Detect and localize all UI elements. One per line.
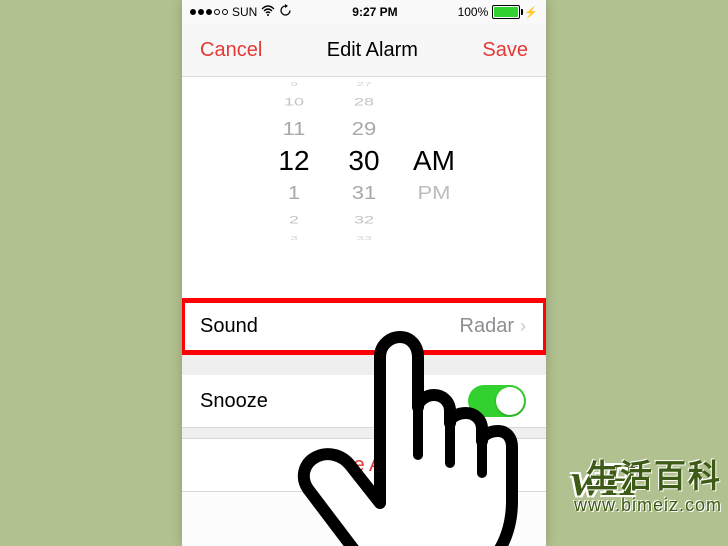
minute-option[interactable]: 29 <box>352 115 376 142</box>
snooze-toggle[interactable] <box>468 385 526 417</box>
sound-row[interactable]: Sound Radar › <box>182 300 546 353</box>
save-button[interactable]: Save <box>482 39 528 62</box>
ampm-selected[interactable]: AM <box>413 145 455 177</box>
status-time: 9:27 PM <box>352 5 397 19</box>
minute-column[interactable]: 27 28 29 30 31 32 33 <box>329 77 399 299</box>
hour-option[interactable]: 3 <box>290 235 298 241</box>
carrier-label: SUN <box>232 5 257 19</box>
phone-screen: SUN 9:27 PM 100% ⚡ Cancel Edit Alarm Sav… <box>182 0 546 546</box>
sound-value: Radar <box>460 315 514 338</box>
hour-column[interactable]: 9 10 11 12 1 2 3 <box>259 77 329 299</box>
hour-option[interactable]: 2 <box>289 213 299 226</box>
page-title: Edit Alarm <box>327 39 418 62</box>
hour-option[interactable]: 11 <box>283 115 306 142</box>
delete-alarm-button[interactable]: Delete Alarm <box>182 438 546 492</box>
signal-dots-icon <box>190 9 228 15</box>
delete-alarm-label: Delete Alarm <box>307 454 422 477</box>
hour-option[interactable]: 1 <box>288 179 300 206</box>
settings-table: Sound Radar › Snooze Delete Alarm <box>182 300 546 492</box>
minute-option[interactable]: 28 <box>354 95 374 108</box>
site-url: www.bimeiz.com <box>574 495 722 516</box>
sync-icon <box>279 4 292 20</box>
hour-option[interactable]: 10 <box>284 95 304 108</box>
site-name-cn: 生活百科 <box>574 451 722 497</box>
sound-label: Sound <box>200 315 258 338</box>
wikihow-logo: wH <box>572 453 638 506</box>
minute-selected[interactable]: 30 <box>348 145 379 177</box>
hour-selected[interactable]: 12 <box>278 145 309 177</box>
wifi-icon <box>261 5 275 20</box>
site-label: 生活百科 www.bimeiz.com <box>574 451 722 516</box>
minute-option[interactable]: 31 <box>352 179 376 206</box>
snooze-label: Snooze <box>200 390 268 413</box>
navbar: Cancel Edit Alarm Save <box>182 24 546 77</box>
battery-icon <box>492 5 520 19</box>
chevron-right-icon: › <box>520 316 526 337</box>
charging-icon: ⚡ <box>524 6 538 19</box>
toggle-knob <box>496 387 524 415</box>
ampm-option[interactable]: PM <box>418 179 451 206</box>
minute-option[interactable]: 32 <box>354 213 374 226</box>
minute-option[interactable]: 33 <box>356 235 372 241</box>
status-right: 100% ⚡ <box>458 5 538 19</box>
snooze-row: Snooze <box>182 375 546 428</box>
status-bar: SUN 9:27 PM 100% ⚡ <box>182 0 546 24</box>
minute-option[interactable]: 27 <box>356 81 372 87</box>
ampm-column[interactable]: AM PM <box>399 77 469 299</box>
hour-option[interactable]: 9 <box>290 81 298 87</box>
cancel-button[interactable]: Cancel <box>200 39 262 62</box>
time-picker[interactable]: 9 10 11 12 1 2 3 27 28 29 30 31 32 33 <box>182 77 546 300</box>
status-left: SUN <box>190 4 292 20</box>
battery-percent: 100% <box>458 5 489 19</box>
